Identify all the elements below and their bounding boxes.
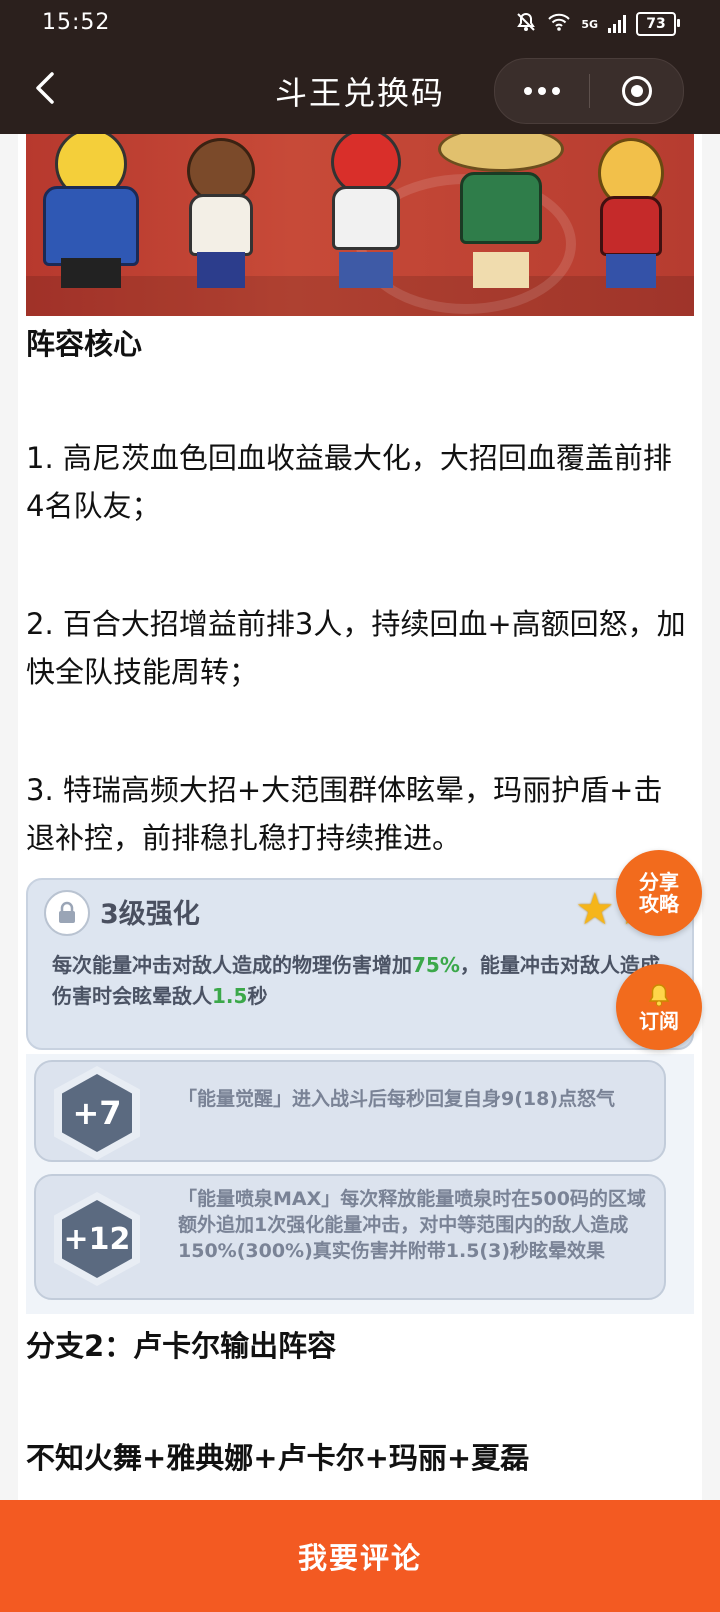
more-dots-icon: [524, 87, 560, 95]
star-icon: ★: [575, 884, 615, 935]
skill-title: 3级强化: [100, 899, 200, 930]
lock-icon: [44, 890, 90, 936]
skill-desc-text: 每次能量冲击对敌人造成的物理伤害增加: [52, 953, 412, 977]
lineup-text: 不知火舞+雅典娜+卢卡尔+玛丽+夏磊: [26, 1441, 530, 1475]
paragraph-point-2: 2. 百合大招增益前排3人，持续回血+高额回怒，加快全队技能周转；: [26, 607, 686, 689]
network-label: 5G: [581, 17, 598, 31]
mini-program-capsule: [494, 58, 684, 124]
share-label-line1: 分享: [639, 870, 679, 894]
share-label-line2: 攻略: [639, 892, 679, 916]
subscribe-label: 订阅: [639, 1009, 679, 1033]
hero-figure: [316, 134, 416, 288]
skill-upgrade-card: 3级强化 ★ ★ 每次能量冲击对敌人造成的物理伤害增加75%，能量冲击对敌人造成…: [26, 878, 694, 1050]
talent-item: +12 「能量喷泉MAX」每次释放能量喷泉时在500码的区域额外追加1次强化能量…: [34, 1174, 666, 1300]
paragraph-point-3: 3. 特瑞高频大招+大范围群体眩晕，玛丽护盾+击退补控，前排稳扎稳打持续推进。: [26, 773, 663, 855]
hero-banner-image: [26, 134, 694, 316]
subscribe-button[interactable]: 订阅: [616, 964, 702, 1050]
status-time: 15:52: [42, 10, 111, 35]
talent-text: 「能量觉醒」进入战斗后每秒回复自身9(18)点怒气: [178, 1088, 616, 1110]
hero-figure: [176, 138, 266, 288]
skill-desc-value: 75%: [412, 953, 460, 977]
comment-button[interactable]: 我要评论: [0, 1500, 720, 1612]
paragraph-point-1: 1. 高尼茨血色回血收益最大化，大招回血覆盖前排4名队友；: [26, 441, 672, 523]
target-close-icon: [621, 76, 652, 106]
article-content: 阵容核心 1. 高尼茨血色回血收益最大化，大招回血覆盖前排4名队友； 2. 百合…: [18, 134, 702, 1500]
skill-desc-value: 1.5: [212, 984, 248, 1008]
status-icons: 5G 73: [515, 10, 680, 38]
share-guide-button[interactable]: 分享 攻略: [616, 850, 702, 936]
battery-level: 73: [646, 16, 666, 32]
bell-icon: [646, 982, 672, 1008]
talent-text: 「能量喷泉MAX」每次释放能量喷泉时在500码的区域额外追加1次强化能量冲击，对…: [178, 1188, 646, 1262]
skill-description: 每次能量冲击对敌人造成的物理伤害增加75%，能量冲击对敌人造成伤害时会眩晕敌人1…: [52, 950, 672, 1012]
hero-figure: [36, 134, 146, 288]
more-button[interactable]: [495, 59, 589, 123]
talent-list: +7 「能量觉醒」进入战斗后每秒回复自身9(18)点怒气 +12 「能量喷泉MA…: [26, 1054, 694, 1314]
comment-label: 我要评论: [297, 1541, 422, 1575]
top-bar: 15:52 5G 73 斗王兑换码: [0, 0, 720, 134]
battery-icon: 73: [636, 12, 680, 36]
mute-bell-icon: [515, 11, 537, 38]
talent-item: +7 「能量觉醒」进入战斗后每秒回复自身9(18)点怒气: [34, 1060, 666, 1162]
wifi-icon: [547, 12, 571, 37]
branch-title: 分支2：卢卡尔输出阵容: [26, 1329, 337, 1363]
hero-figure: [586, 138, 676, 288]
hero-figure: [436, 134, 566, 288]
signal-icon: [608, 15, 626, 33]
skill-desc-text: 秒: [247, 984, 268, 1008]
section-title: 阵容核心: [26, 327, 143, 361]
close-button[interactable]: [590, 59, 683, 123]
